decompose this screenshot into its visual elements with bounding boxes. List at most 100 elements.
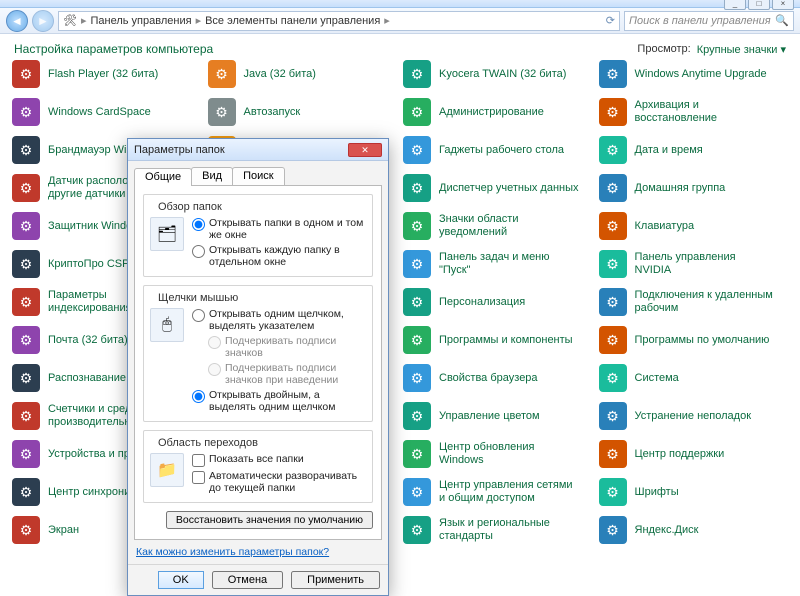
control-panel-item[interactable]: ⚙Центр обновления Windows: [403, 440, 593, 468]
control-panel-item[interactable]: ⚙ Диспетчер учетных данных: [403, 174, 593, 202]
control-panel-item[interactable]: ⚙Система: [599, 364, 789, 392]
item-icon: ⚙: [12, 212, 40, 240]
item-label: КриптоПро CSP: [48, 258, 129, 271]
control-panel-item[interactable]: ⚙Администрирование: [403, 98, 593, 126]
control-panel-item[interactable]: ⚙Kyocera TWAIN (32 бита): [403, 60, 593, 88]
control-panel-item[interactable]: ⚙Windows Anytime Upgrade: [599, 60, 789, 88]
dialog-close-button[interactable]: ✕: [348, 143, 382, 157]
radio-new-window[interactable]: Открывать каждую папку в отдельном окне: [192, 244, 366, 268]
control-panel-item[interactable]: ⚙ Программы по умолчанию: [599, 326, 789, 354]
control-panel-item[interactable]: ⚙ Windows CardSpace: [12, 98, 202, 126]
browse-folders-icon: 🗂: [150, 217, 184, 251]
item-icon: ⚙: [12, 136, 40, 164]
tab-view[interactable]: Вид: [191, 167, 233, 185]
radio-single-click[interactable]: Открывать одним щелчком, выделять указат…: [192, 308, 366, 332]
maximize-button[interactable]: □: [748, 0, 770, 10]
item-label: Значки области уведомлений: [439, 213, 579, 238]
item-label: Почта (32 бита): [48, 334, 128, 347]
dialog-titlebar[interactable]: Параметры папок ✕: [128, 139, 388, 161]
control-panel-item[interactable]: ⚙Java (32 бита): [208, 60, 398, 88]
forward-button[interactable]: ►: [32, 10, 54, 32]
item-icon: ⚙: [12, 478, 40, 506]
item-label: Дата и время: [635, 144, 703, 157]
control-panel-item[interactable]: ⚙Свойства браузера: [403, 364, 593, 392]
radio-double-click[interactable]: Открывать двойным, а выделять одним щелч…: [192, 389, 366, 413]
item-label: Windows CardSpace: [48, 106, 151, 119]
breadcrumb[interactable]: 🛠 ▸ Панель управления ▸ Все элементы пан…: [58, 11, 620, 31]
item-icon: ⚙: [403, 174, 431, 202]
item-label: Персонализация: [439, 296, 525, 309]
item-label: Диспетчер учетных данных: [439, 182, 579, 195]
back-button[interactable]: ◄: [6, 10, 28, 32]
item-icon: ⚙: [599, 98, 627, 126]
control-panel-item[interactable]: ⚙ Управление цветом: [403, 402, 593, 430]
control-panel-item[interactable]: ⚙Устранение неполадок: [599, 402, 789, 430]
control-panel-item[interactable]: ⚙Центр поддержки: [599, 440, 789, 468]
item-icon: ⚙: [403, 212, 431, 240]
item-label: Клавиатура: [635, 220, 695, 233]
item-label: Управление цветом: [439, 410, 540, 423]
item-icon: ⚙: [12, 364, 40, 392]
control-panel-item[interactable]: ⚙Панель задач и меню "Пуск": [403, 250, 593, 278]
breadcrumb-level2[interactable]: Все элементы панели управления: [205, 15, 380, 27]
control-panel-item[interactable]: ⚙Клавиатура: [599, 212, 789, 240]
control-panel-item[interactable]: ⚙Гаджеты рабочего стола: [403, 136, 593, 164]
tab-search[interactable]: Поиск: [232, 167, 284, 185]
control-panel-item[interactable]: ⚙Дата и время: [599, 136, 789, 164]
check-show-all-folders[interactable]: Показать все папки: [192, 453, 366, 467]
radio-same-window[interactable]: Открывать папки в одном и том же окне: [192, 217, 366, 241]
cancel-button[interactable]: Отмена: [212, 571, 283, 589]
control-panel-item[interactable]: ⚙Яндекс.Диск: [599, 516, 789, 544]
item-label: Flash Player (32 бита): [48, 68, 158, 81]
item-label: Шрифты: [635, 486, 679, 499]
item-icon: ⚙: [12, 516, 40, 544]
item-icon: ⚙: [12, 250, 40, 278]
control-panel-item[interactable]: ⚙Автозапуск: [208, 98, 398, 126]
dialog-title: Параметры папок: [134, 144, 225, 156]
item-icon: ⚙: [403, 364, 431, 392]
control-panel-item[interactable]: ⚙Архивация и восстановление: [599, 98, 789, 126]
ok-button[interactable]: OK: [158, 571, 204, 589]
item-label: Программы и компоненты: [439, 334, 573, 347]
help-link[interactable]: Как можно изменить параметры папок?: [128, 546, 388, 564]
item-label: Программы по умолчанию: [635, 334, 770, 347]
control-panel-item[interactable]: ⚙Панель управления NVIDIA: [599, 250, 789, 278]
item-label: Система: [635, 372, 679, 385]
control-panel-item[interactable]: ⚙Подключения к удаленным рабочим: [599, 288, 789, 316]
control-panel-item[interactable]: ⚙Язык и региональные стандарты: [403, 516, 593, 544]
control-panel-item[interactable]: ⚙Центр управления сетями и общим доступо…: [403, 478, 593, 506]
item-label: Экран: [48, 524, 79, 537]
control-panel-item[interactable]: ⚙Шрифты: [599, 478, 789, 506]
item-icon: ⚙: [599, 250, 627, 278]
refresh-button[interactable]: ⟳: [606, 14, 615, 27]
control-panel-item[interactable]: ⚙Программы и компоненты: [403, 326, 593, 354]
item-icon: ⚙: [208, 98, 236, 126]
minimize-button[interactable]: _: [724, 0, 746, 10]
control-panel-item[interactable]: ⚙Flash Player (32 бита): [12, 60, 202, 88]
breadcrumb-level1[interactable]: Панель управления: [91, 15, 192, 27]
apply-button[interactable]: Применить: [291, 571, 380, 589]
item-label: Устранение неполадок: [635, 410, 752, 423]
item-icon: ⚙: [12, 288, 40, 316]
control-panel-item[interactable]: ⚙Домашняя группа: [599, 174, 789, 202]
view-selector[interactable]: Крупные значки ▾: [697, 43, 786, 56]
item-label: Windows Anytime Upgrade: [635, 68, 767, 81]
search-input[interactable]: Поиск в панели управления 🔍: [624, 11, 794, 31]
item-icon: ⚙: [403, 136, 431, 164]
item-label: Домашняя группа: [635, 182, 726, 195]
item-icon: ⚙: [599, 440, 627, 468]
close-button[interactable]: ×: [772, 0, 794, 10]
tab-general[interactable]: Общие: [134, 168, 192, 186]
group-browse-legend: Обзор папок: [154, 201, 226, 213]
check-auto-expand[interactable]: Автоматически разворачивать до текущей п…: [192, 470, 366, 494]
item-icon: ⚙: [403, 60, 431, 88]
item-icon: ⚙: [403, 516, 431, 544]
folder-options-dialog: Параметры папок ✕ Общие Вид Поиск Обзор …: [127, 138, 389, 596]
control-panel-item[interactable]: ⚙ Значки области уведомлений: [403, 212, 593, 240]
item-icon: ⚙: [12, 402, 40, 430]
control-panel-item[interactable]: ⚙Персонализация: [403, 288, 593, 316]
item-icon: ⚙: [12, 98, 40, 126]
restore-defaults-button[interactable]: Восстановить значения по умолчанию: [166, 511, 373, 529]
item-icon: ⚙: [599, 326, 627, 354]
item-icon: ⚙: [403, 402, 431, 430]
